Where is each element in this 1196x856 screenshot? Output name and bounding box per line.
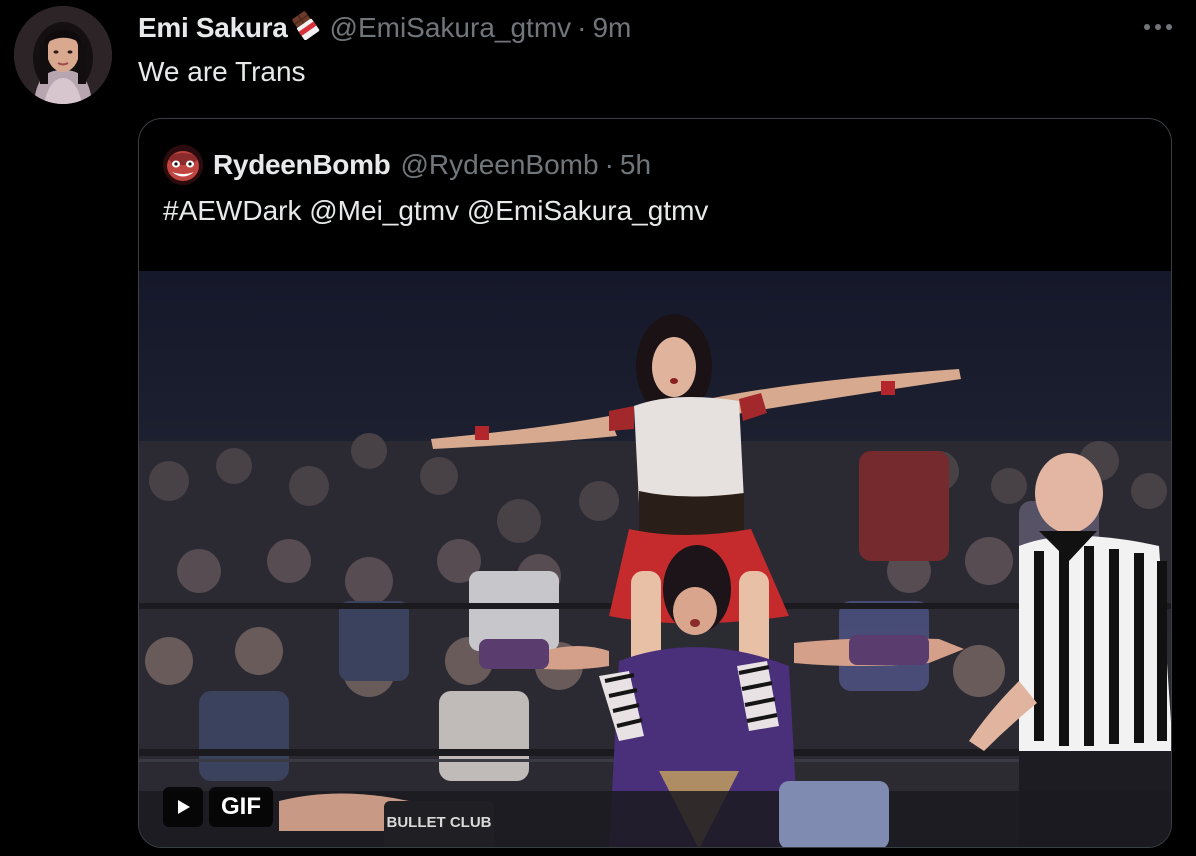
quoted-tweet-text: #AEWDark @Mei_gtmv @EmiSakura_gtmv xyxy=(163,195,709,226)
author-avatar[interactable] xyxy=(14,6,112,104)
quoted-author-display-name[interactable]: RydeenBomb xyxy=(213,149,391,181)
gif-badge[interactable]: GIF xyxy=(163,787,273,827)
chocolate-bar-icon xyxy=(290,10,320,47)
author-handle[interactable]: @EmiSakura_gtmv xyxy=(330,12,572,44)
gif-label: GIF xyxy=(209,787,273,827)
gif-media[interactable]: BULLET CLUB GIF xyxy=(139,271,1171,847)
quoted-author-avatar[interactable] xyxy=(163,145,203,185)
quoted-tweet-card[interactable]: RydeenBomb @RydeenBomb · 5h #AEWDark @Me… xyxy=(138,118,1172,848)
tweet[interactable]: Emi Sakura @EmiSakura_gtmv · 9m We are T… xyxy=(0,0,1196,856)
quoted-tweet-header: RydeenBomb @RydeenBomb · 5h xyxy=(163,145,651,185)
tweet-timestamp[interactable]: 9m xyxy=(592,12,631,44)
author-display-name[interactable]: Emi Sakura xyxy=(138,12,288,44)
separator-dot: · xyxy=(604,149,614,180)
play-icon[interactable] xyxy=(163,787,203,827)
foreground: BULLET CLUB xyxy=(139,781,1171,847)
tweet-text: We are Trans xyxy=(138,56,306,87)
shirt-text: BULLET CLUB xyxy=(387,814,492,831)
separator-dot: · xyxy=(577,12,587,43)
quoted-author-handle[interactable]: @RydeenBomb xyxy=(400,149,598,181)
quoted-tweet-timestamp[interactable]: 5h xyxy=(620,149,651,181)
tweet-header: Emi Sakura @EmiSakura_gtmv · 9m xyxy=(138,8,631,48)
more-horizontal-icon[interactable] xyxy=(1140,14,1176,40)
